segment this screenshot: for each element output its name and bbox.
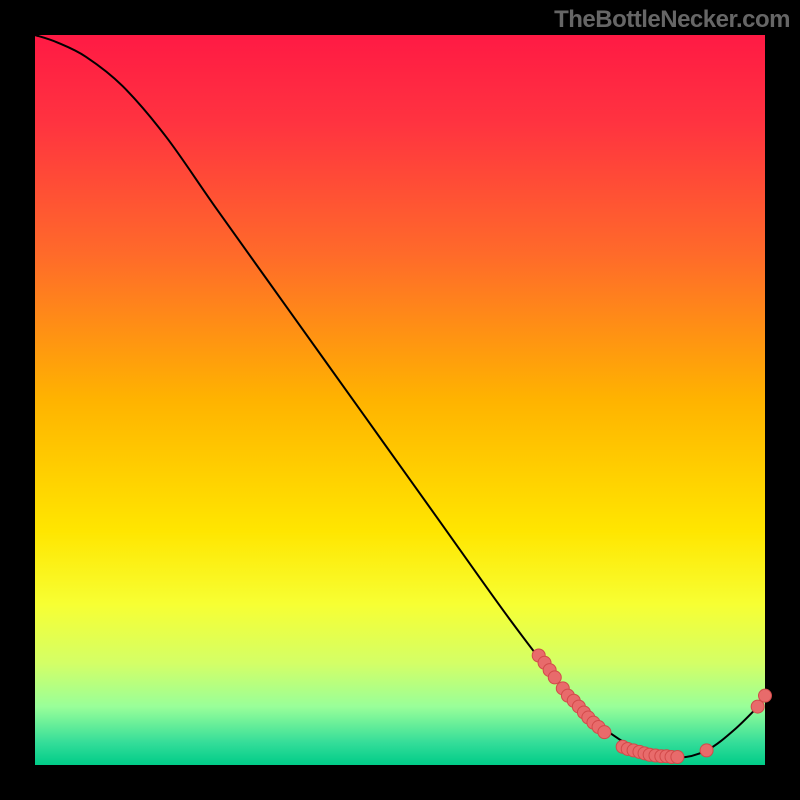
data-point xyxy=(671,750,684,763)
plot-background xyxy=(35,35,765,765)
data-point xyxy=(700,744,713,757)
watermark-text: TheBottleNecker.com xyxy=(554,6,790,34)
data-point xyxy=(598,726,611,739)
chart-container: TheBottleNecker.com xyxy=(0,0,800,800)
data-point xyxy=(759,689,772,702)
data-point xyxy=(548,671,561,684)
bottleneck-chart xyxy=(0,0,800,800)
